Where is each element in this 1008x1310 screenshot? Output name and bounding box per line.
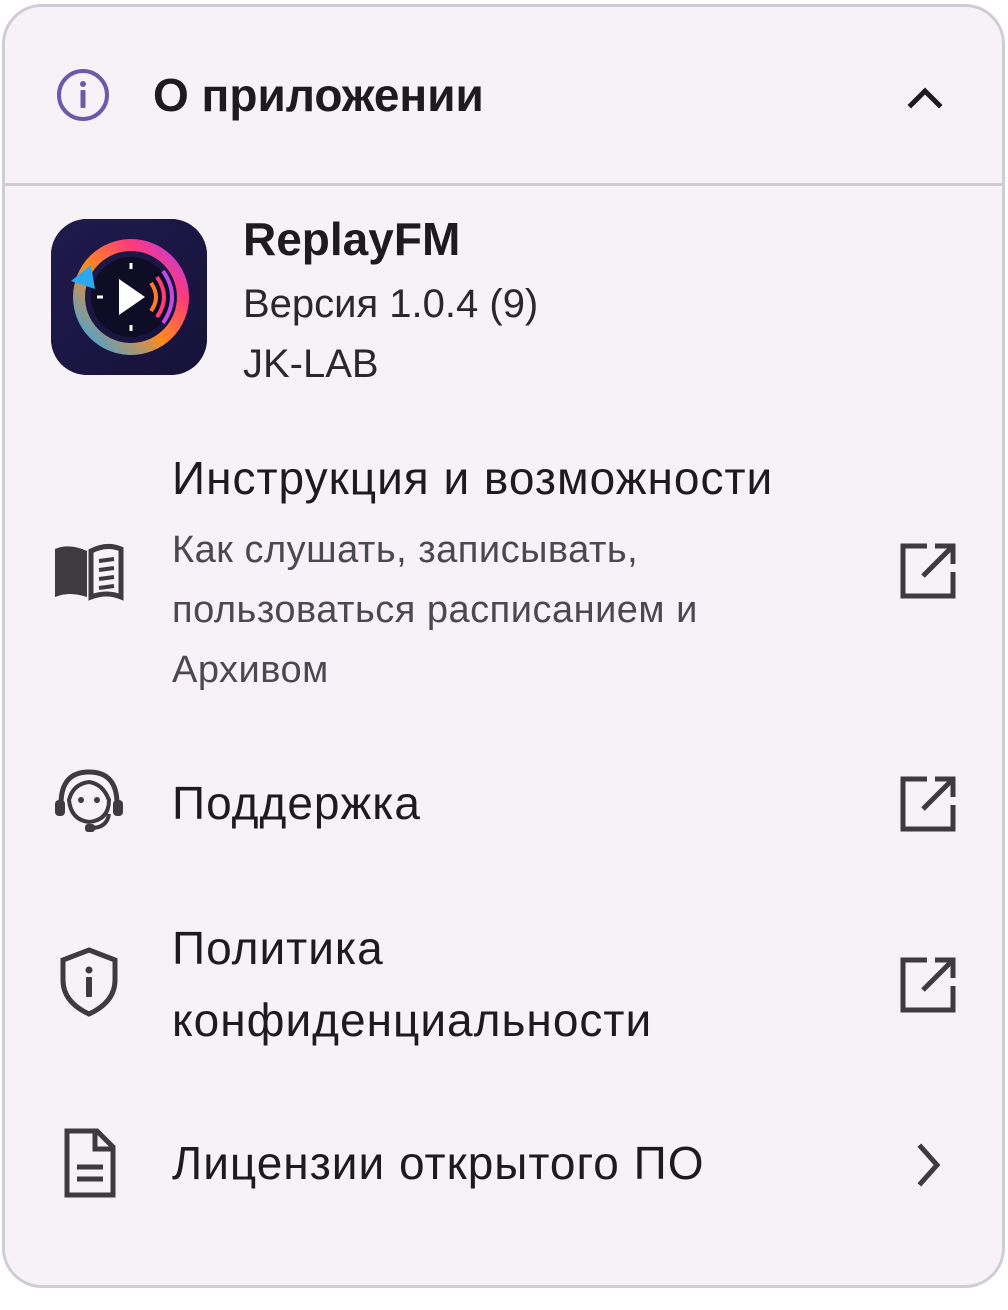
about-section-header[interactable]: О приложении: [5, 7, 1002, 186]
licenses-item[interactable]: Лицензии открытого ПО: [5, 1107, 1002, 1217]
privacy-label-line: Политика: [172, 922, 384, 974]
app-logo-icon: [51, 219, 207, 375]
instructions-subtitle-line: Архивом: [172, 649, 329, 691]
open-in-new-icon[interactable]: [893, 948, 965, 1020]
document-icon: [51, 1125, 127, 1201]
about-card: О приложении ReplayFM Версия 1.0.4 (9) J…: [2, 4, 1005, 1288]
app-developer: JK-LAB: [243, 342, 379, 386]
support-label: Поддержка: [172, 777, 421, 829]
app-name: ReplayFM: [243, 213, 461, 265]
instructions-subtitle-line: Как слушать, записывать,: [172, 529, 639, 571]
book-icon: [51, 537, 127, 613]
instructions-label: Инструкция и возможности: [172, 452, 774, 504]
info-icon: [53, 65, 113, 125]
app-info: ReplayFM Версия 1.0.4 (9) JK-LAB: [5, 187, 1002, 407]
support-item[interactable]: Поддержка: [5, 747, 1002, 857]
section-title: О приложении: [153, 69, 484, 121]
privacy-policy-item[interactable]: Политика конфиденциальности: [5, 902, 1002, 1062]
open-in-new-icon[interactable]: [893, 534, 965, 606]
support-agent-icon: [51, 762, 127, 838]
app-version: Версия 1.0.4 (9): [243, 282, 539, 326]
instructions-subtitle-line: пользоваться расписанием и: [172, 589, 698, 631]
chevron-up-icon[interactable]: [897, 69, 953, 125]
licenses-label: Лицензии открытого ПО: [172, 1137, 705, 1189]
chevron-right-icon[interactable]: [893, 1129, 965, 1201]
privacy-shield-icon: [51, 944, 127, 1020]
instructions-item[interactable]: Инструкция и возможности Как слушать, за…: [5, 432, 1002, 722]
privacy-label-line: конфиденциальности: [172, 994, 653, 1046]
open-in-new-icon[interactable]: [893, 767, 965, 839]
